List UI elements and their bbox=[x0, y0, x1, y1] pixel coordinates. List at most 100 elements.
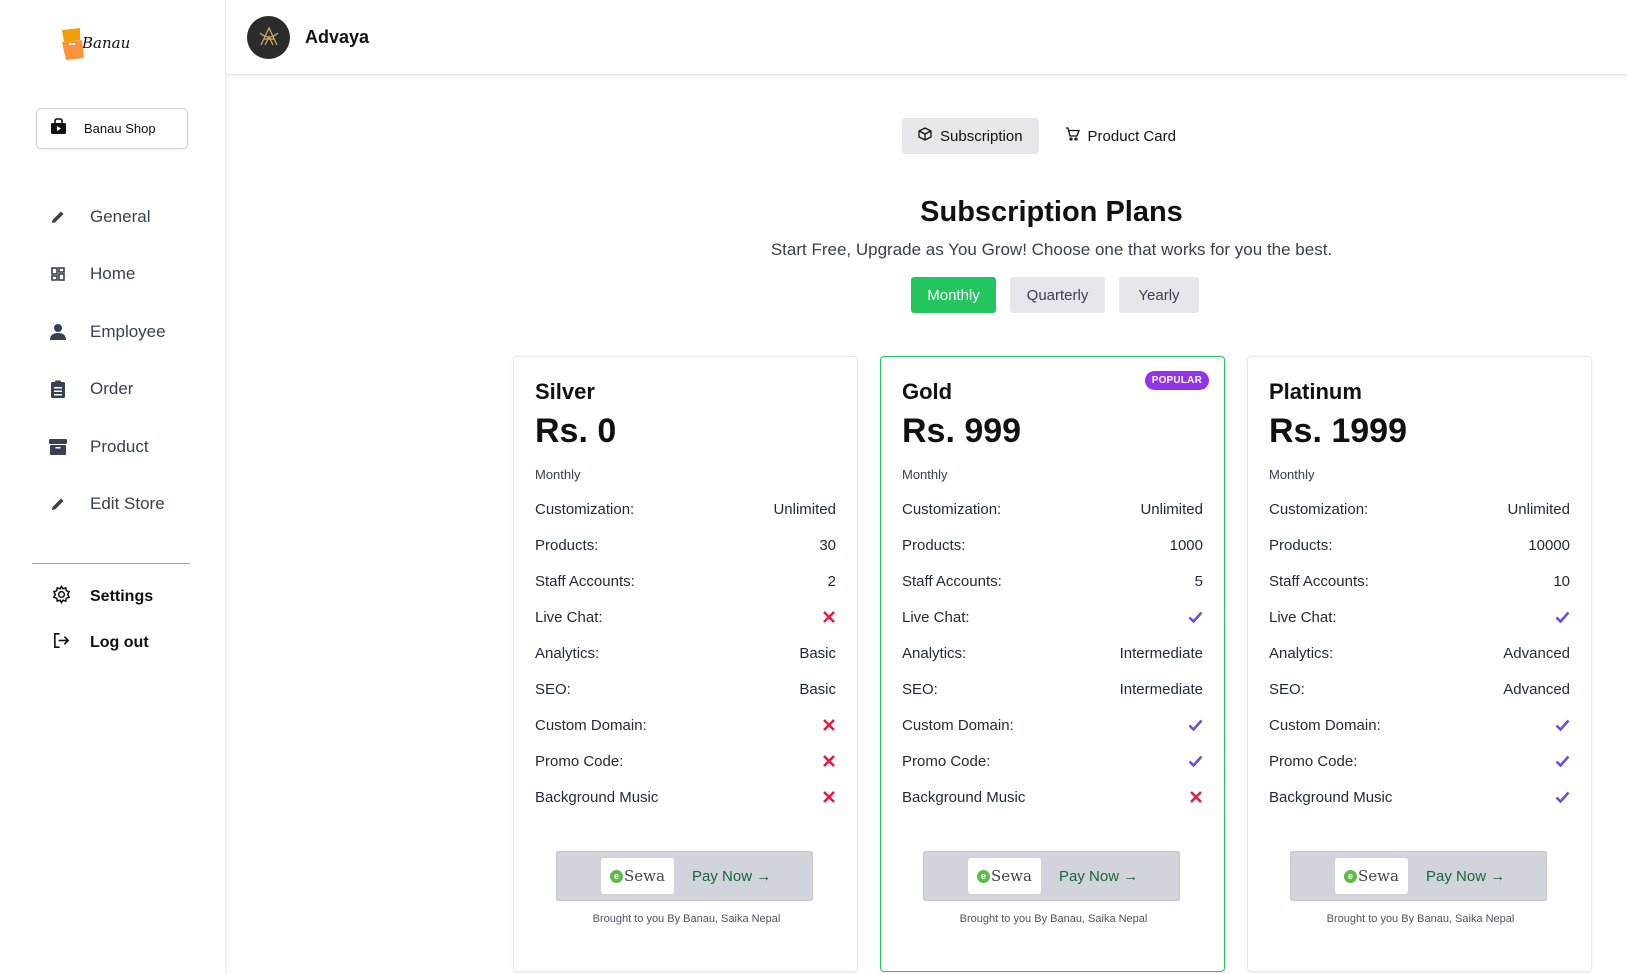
feature-label: Products: bbox=[902, 536, 966, 554]
feature-value: 30 bbox=[819, 536, 836, 554]
feature-label: Live Chat: bbox=[902, 608, 970, 626]
feature-row: Customization: Unlimited bbox=[535, 491, 836, 527]
esewa-logo: e Sewa bbox=[1335, 858, 1408, 894]
clipboard-icon bbox=[48, 379, 68, 399]
plan-features: Customization: Unlimited Products: 30 Staff … bbox=[535, 491, 836, 815]
feature-value: Basic bbox=[799, 680, 836, 698]
feature-value: 5 bbox=[1194, 572, 1203, 590]
feature-label: Analytics: bbox=[1269, 644, 1334, 662]
tab-product-card[interactable]: Product Card bbox=[1049, 118, 1192, 154]
cross-icon bbox=[822, 790, 836, 804]
feature-row: Products: 10000 bbox=[1269, 527, 1570, 563]
feature-row: Background Music bbox=[902, 779, 1203, 815]
feature-row: Customization: Unlimited bbox=[902, 491, 1203, 527]
cross-icon bbox=[822, 718, 836, 732]
pencil-icon bbox=[48, 494, 68, 514]
check-icon bbox=[1555, 719, 1570, 731]
check-icon bbox=[1555, 755, 1570, 767]
feature-row: Custom Domain: bbox=[902, 707, 1203, 743]
feature-value: Intermediate bbox=[1119, 680, 1203, 698]
feature-row: SEO: Intermediate bbox=[902, 671, 1203, 707]
feature-row: SEO: Advanced bbox=[1269, 671, 1570, 707]
period-monthly-button[interactable]: Monthly bbox=[911, 277, 996, 313]
check-icon bbox=[1555, 791, 1570, 803]
sidebar-divider bbox=[32, 563, 190, 564]
feature-row: Promo Code: bbox=[535, 743, 836, 779]
tab-label: Subscription bbox=[940, 127, 1023, 145]
feature-label: Live Chat: bbox=[1269, 608, 1337, 626]
store-name: Advaya bbox=[305, 26, 370, 47]
check-icon bbox=[1188, 719, 1203, 731]
credit-text: Brought to you By Banau, Saika Nepal bbox=[1326, 913, 1515, 925]
plan-name: Silver bbox=[535, 379, 595, 404]
plan-features: Customization: Unlimited Products: 1000 Staf… bbox=[902, 491, 1203, 815]
feature-row: Live Chat: bbox=[1269, 599, 1570, 635]
feature-label: Custom Domain: bbox=[535, 716, 647, 734]
feature-label: Custom Domain: bbox=[1269, 716, 1381, 734]
period-quarterly-button[interactable]: Quarterly bbox=[1010, 277, 1105, 313]
sidebar-item-label: Product bbox=[90, 436, 149, 456]
sidebar-item-edit-store[interactable]: Edit Store bbox=[48, 476, 208, 534]
feature-value: Basic bbox=[799, 644, 836, 662]
feature-label: Products: bbox=[1269, 536, 1333, 554]
feature-row: Staff Accounts: 5 bbox=[902, 563, 1203, 599]
tab-subscription[interactable]: Subscription bbox=[902, 118, 1039, 154]
plan-period: Monthly bbox=[535, 467, 581, 482]
banau-logo-icon bbox=[60, 26, 86, 62]
popular-badge: POPULAR bbox=[1144, 371, 1209, 390]
plan-period: Monthly bbox=[902, 467, 948, 482]
esewa-e-icon: e bbox=[977, 869, 991, 883]
store-avatar[interactable] bbox=[247, 15, 290, 59]
feature-label: Staff Accounts: bbox=[1269, 572, 1369, 590]
sidebar-item-product[interactable]: Product bbox=[48, 418, 208, 476]
feature-row: Analytics: Advanced bbox=[1269, 635, 1570, 671]
billing-period-toggle: Monthly Quarterly Yearly bbox=[911, 277, 1213, 313]
plan-price: Rs. 1999 bbox=[1269, 412, 1407, 450]
feature-row: Customization: Unlimited bbox=[1269, 491, 1570, 527]
feature-row: Promo Code: bbox=[902, 743, 1203, 779]
feature-label: Analytics: bbox=[902, 644, 967, 662]
banau-shop-button[interactable]: Banau Shop bbox=[36, 108, 188, 149]
sidebar-item-label: Home bbox=[90, 264, 136, 284]
esewa-logo-text: Sewa bbox=[624, 867, 665, 885]
sidebar-item-employee[interactable]: Employee bbox=[48, 303, 208, 361]
cross-icon bbox=[822, 754, 836, 768]
feature-label: Customization: bbox=[902, 500, 1002, 518]
dashboard-icon bbox=[48, 264, 68, 284]
pay-now-button[interactable]: e Sewa Pay Now → bbox=[923, 851, 1180, 901]
settings-link[interactable]: Settings bbox=[52, 574, 153, 620]
plan-period: Monthly bbox=[1269, 467, 1315, 482]
feature-row: Live Chat: bbox=[902, 599, 1203, 635]
plan-price: Rs. 0 bbox=[535, 412, 617, 450]
plan-card-gold: Gold Rs. 999 Monthly POPULAR Customization: U… bbox=[880, 356, 1225, 972]
feature-label: Staff Accounts: bbox=[535, 572, 635, 590]
plan-name: Platinum bbox=[1269, 379, 1362, 404]
plan-features: Customization: Unlimited Products: 10000 Sta… bbox=[1269, 491, 1570, 815]
feature-row: SEO: Basic bbox=[535, 671, 836, 707]
sidebar-item-label: Employee bbox=[90, 321, 166, 341]
feature-value: 2 bbox=[827, 572, 836, 590]
brand-logo[interactable]: Banau bbox=[60, 26, 130, 62]
tab-label: Product Card bbox=[1087, 127, 1176, 145]
feature-label: Custom Domain: bbox=[902, 716, 1014, 734]
feature-value: Advanced bbox=[1503, 644, 1570, 662]
sidebar-item-order[interactable]: Order bbox=[48, 361, 208, 419]
pay-now-button[interactable]: e Sewa Pay Now → bbox=[1290, 851, 1547, 901]
feature-row: Analytics: Intermediate bbox=[902, 635, 1203, 671]
feature-label: Products: bbox=[535, 536, 599, 554]
plan-card-silver: Silver Rs. 0 Monthly Customization: Unlimite… bbox=[513, 356, 858, 972]
check-icon bbox=[1188, 755, 1203, 767]
app-root: Banau Banau Shop General Home Employee O… bbox=[0, 0, 1627, 974]
pay-now-button[interactable]: e Sewa Pay Now → bbox=[556, 851, 813, 901]
feature-value: Advanced bbox=[1503, 680, 1570, 698]
period-yearly-button[interactable]: Yearly bbox=[1119, 277, 1199, 313]
page-title: Subscription Plans bbox=[920, 196, 1183, 228]
sidebar-item-label: Order bbox=[90, 379, 134, 399]
box-icon bbox=[48, 437, 68, 457]
feature-label: SEO: bbox=[902, 680, 938, 698]
sidebar-bottom-nav: Settings Log out bbox=[52, 574, 153, 666]
feature-label: Promo Code: bbox=[902, 752, 991, 770]
logout-link[interactable]: Log out bbox=[52, 620, 153, 666]
logout-icon bbox=[52, 631, 71, 655]
feature-label: Background Music bbox=[535, 788, 659, 806]
